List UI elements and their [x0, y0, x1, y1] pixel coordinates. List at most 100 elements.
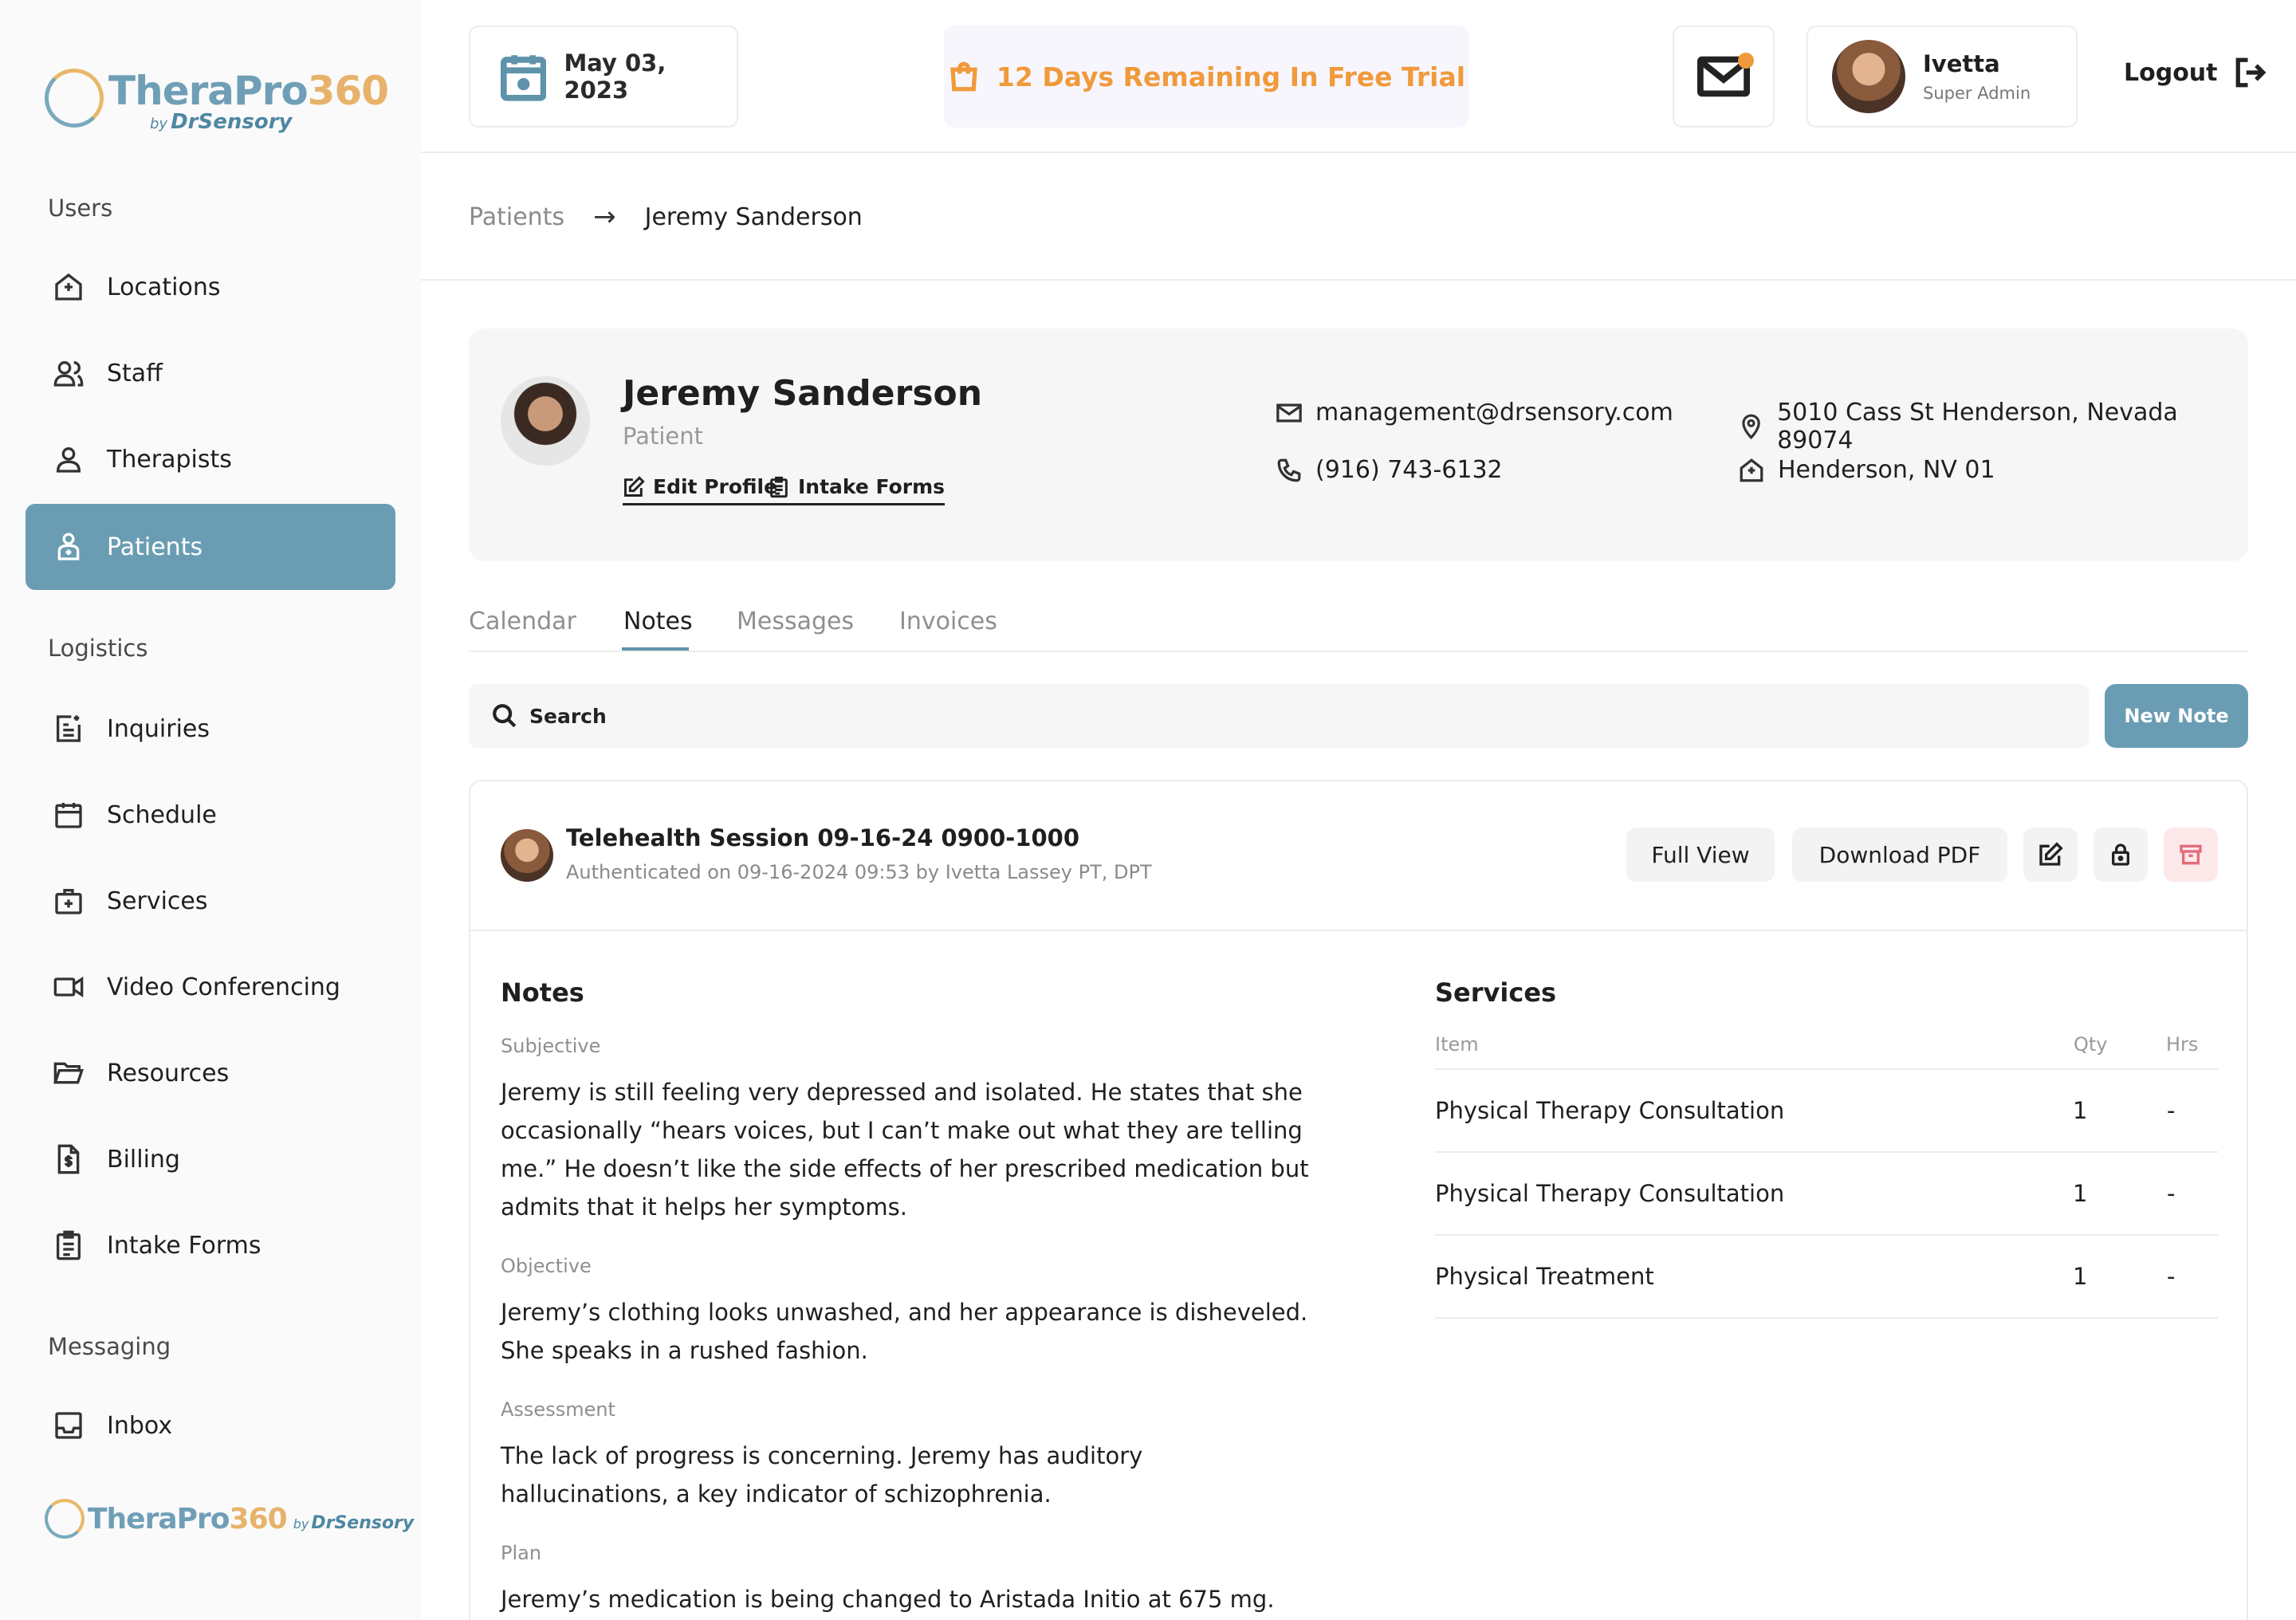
- plan-label: Plan: [501, 1542, 542, 1564]
- search-bar: [469, 684, 2089, 748]
- brand-logo[interactable]: TheraPro360 by DrSensory: [45, 67, 389, 134]
- sidebar-item-services[interactable]: Services: [26, 858, 395, 944]
- patient-location-text: Henderson, NV 01: [1778, 456, 1995, 484]
- calendar-icon: [501, 55, 547, 101]
- sidebar-item-staff[interactable]: Staff: [26, 330, 395, 416]
- arrow-right-icon: →: [593, 201, 616, 233]
- assessment-text: The lack of progress is concerning. Jere…: [501, 1442, 1143, 1508]
- sidebar-item-label: Services: [107, 887, 208, 915]
- logout-label: Logout: [2124, 58, 2218, 87]
- sidebar-item-resources[interactable]: Resources: [26, 1030, 395, 1116]
- tab-calendar[interactable]: Calendar: [469, 608, 576, 635]
- sidebar-item-label: Schedule: [107, 800, 217, 829]
- avatar: [1832, 40, 1905, 113]
- breadcrumb-current: Jeremy Sanderson: [644, 202, 863, 231]
- patient-phone[interactable]: (916) 743-6132: [1276, 456, 1503, 484]
- active-tab-indicator: [622, 647, 689, 651]
- plan-text: Jeremy’s medication is being changed to …: [501, 1586, 1275, 1613]
- lock-note-button[interactable]: [2094, 828, 2148, 882]
- video-icon: [51, 969, 86, 1005]
- logo-text-main: TheraPro: [108, 68, 309, 114]
- sidebar: TheraPro360 by DrSensory Users Locations …: [0, 0, 421, 1620]
- patient-location: Henderson, NV 01: [1738, 456, 1995, 484]
- medical-bag-icon: [51, 883, 86, 918]
- sidebar-item-video-conferencing[interactable]: Video Conferencing: [26, 944, 395, 1030]
- trial-text: 12 Days Remaining In Free Trial: [996, 61, 1466, 92]
- edit-note-button[interactable]: [2023, 828, 2078, 882]
- header-divider: [421, 151, 2296, 153]
- clipboard-icon: [51, 1228, 86, 1263]
- edit-profile-label: Edit Profile: [653, 475, 778, 498]
- subjective-text: Jeremy is still feeling very depressed a…: [501, 1079, 1309, 1221]
- note-title: Telehealth Session 09-16-24 0900-1000: [566, 824, 1080, 851]
- service-qty: 1: [2073, 1097, 2088, 1124]
- logout-button[interactable]: Logout: [2124, 56, 2267, 89]
- patient-name: Jeremy Sanderson: [623, 373, 983, 414]
- table-row: Physical Treatment 1 -: [1435, 1234, 2218, 1317]
- user-icon: [51, 442, 86, 477]
- logo-sub: DrSensory: [311, 1512, 415, 1533]
- edit-profile-link[interactable]: Edit Profile: [623, 475, 778, 505]
- sidebar-item-label: Staff: [107, 359, 163, 387]
- subjective-label: Subjective: [501, 1035, 601, 1057]
- full-view-button[interactable]: Full View: [1626, 828, 1775, 882]
- logo-by: by: [150, 116, 168, 132]
- tab-notes[interactable]: Notes: [623, 608, 693, 635]
- tabs-divider: [469, 651, 2248, 652]
- sidebar-item-inbox[interactable]: Inbox: [26, 1382, 395, 1469]
- calendar-icon: [51, 797, 86, 832]
- patient-header-card: Jeremy Sanderson Patient Edit Profile In…: [469, 328, 2248, 561]
- service-qty: 1: [2073, 1180, 2088, 1207]
- location-house-icon: [1740, 458, 1763, 482]
- search-input[interactable]: [529, 704, 1964, 728]
- tab-invoices[interactable]: Invoices: [899, 608, 997, 635]
- sidebar-item-locations[interactable]: Locations: [26, 244, 395, 330]
- sidebar-item-inquiries[interactable]: Inquiries: [26, 686, 395, 772]
- archive-note-button[interactable]: [2164, 828, 2218, 882]
- services-header-item: Item: [1435, 1033, 1479, 1056]
- services-header-hrs: Hrs: [2166, 1033, 2199, 1056]
- sidebar-item-therapists[interactable]: Therapists: [26, 416, 395, 502]
- sidebar-item-intake-forms[interactable]: Intake Forms: [26, 1202, 395, 1288]
- author-avatar: [501, 829, 553, 882]
- tab-messages[interactable]: Messages: [737, 608, 854, 635]
- trial-banner: 12 Days Remaining In Free Trial: [944, 26, 1468, 128]
- table-row: Physical Therapy Consultation 1 -: [1435, 1151, 2218, 1234]
- shopping-bag-icon: [950, 61, 977, 92]
- user-profile-menu[interactable]: Ivetta Super Admin: [1807, 26, 2078, 128]
- notes-section-title: Notes: [501, 977, 584, 1008]
- patient-icon: [51, 529, 86, 564]
- breadcrumb-divider: [421, 279, 2296, 281]
- sidebar-item-patients[interactable]: Patients: [26, 504, 395, 590]
- download-pdf-button[interactable]: Download PDF: [1792, 828, 2007, 882]
- location-house-icon: [51, 269, 86, 305]
- service-hrs: -: [2167, 1097, 2176, 1124]
- sidebar-item-label: Inbox: [107, 1411, 173, 1440]
- messages-button[interactable]: [1673, 26, 1775, 128]
- table-row: Physical Therapy Consultation 1 -: [1435, 1068, 2218, 1151]
- sidebar-item-label: Billing: [107, 1145, 180, 1174]
- patient-avatar: [501, 376, 590, 466]
- footer-logo: TheraPro360 by DrSensory: [45, 1499, 414, 1539]
- patient-email[interactable]: management@drsensory.com: [1276, 399, 1673, 427]
- service-item: Physical Therapy Consultation: [1435, 1180, 1785, 1207]
- date-display[interactable]: May 03, 2023: [469, 26, 738, 128]
- new-note-button[interactable]: New Note: [2105, 684, 2248, 748]
- breadcrumb-patients-link[interactable]: Patients: [469, 203, 564, 231]
- sidebar-item-schedule[interactable]: Schedule: [26, 772, 395, 858]
- note-card: Telehealth Session 09-16-24 0900-1000 Au…: [469, 780, 2248, 1620]
- section-label-users: Users: [48, 195, 113, 222]
- breadcrumb: Patients → Jeremy Sanderson: [469, 201, 863, 233]
- user-role: Super Admin: [1923, 84, 2031, 103]
- assessment-label: Assessment: [501, 1398, 615, 1421]
- logo-ring-icon: [45, 69, 104, 128]
- sidebar-item-billing[interactable]: Billing: [26, 1116, 395, 1202]
- staff-icon: [51, 356, 86, 391]
- sidebar-item-label: Inquiries: [107, 714, 210, 743]
- intake-forms-link[interactable]: Intake Forms: [768, 475, 946, 505]
- patient-address-text: 5010 Cass St Henderson, Nevada 89074: [1777, 399, 2178, 454]
- current-date: May 03, 2023: [564, 49, 666, 104]
- patient-role: Patient: [623, 423, 703, 450]
- service-hrs: -: [2167, 1180, 2176, 1207]
- section-label-messaging: Messaging: [48, 1333, 171, 1360]
